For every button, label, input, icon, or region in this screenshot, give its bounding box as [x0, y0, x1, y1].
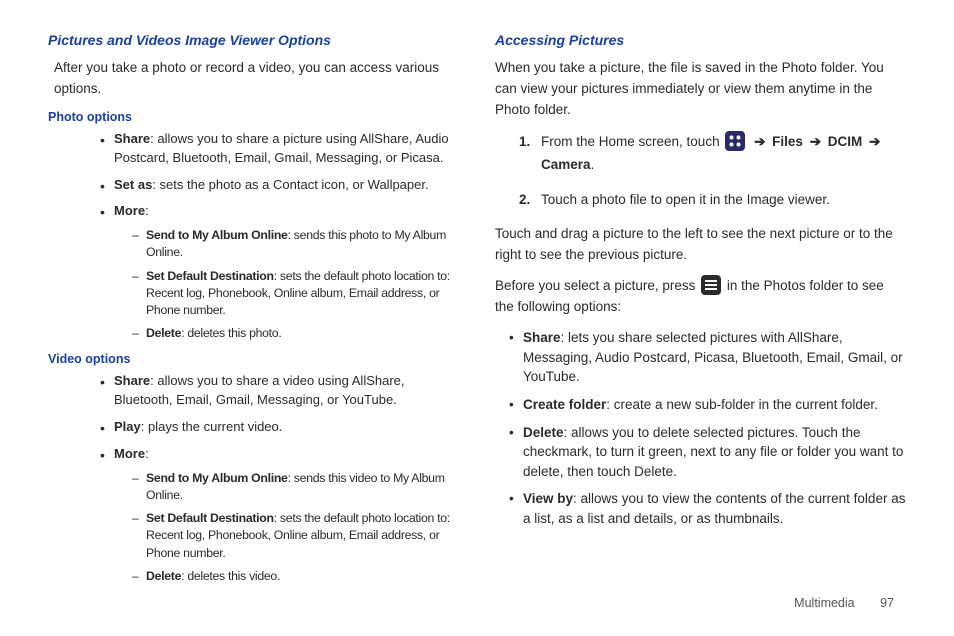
steps-list: 1. From the Home screen, touch ➔ Files ➔… [495, 131, 906, 212]
label-text: : sets the photo as a Contact icon, or W… [152, 177, 428, 192]
step-number: 1. [519, 131, 530, 154]
photo-more-item: More: Send to My Album Online: sends thi… [100, 202, 459, 342]
period: . [591, 157, 595, 172]
label-text: : allows you to share a picture using Al… [114, 131, 449, 165]
video-send-online: Send to My Album Online: sends this vide… [132, 470, 459, 504]
photo-options-heading: Photo options [48, 110, 459, 124]
video-options-heading: Video options [48, 352, 459, 366]
label-bold: Share [114, 373, 150, 388]
label-bold: Delete [523, 425, 564, 440]
step-1: 1. From the Home screen, touch ➔ Files ➔… [519, 131, 906, 177]
arrow-icon: ➔ [754, 134, 765, 149]
photo-options-list: Share: allows you to share a picture usi… [48, 130, 459, 343]
step-2: 2. Touch a photo file to open it in the … [519, 189, 906, 212]
label-bold: Set Default Destination [146, 269, 274, 283]
photo-default-dest: Set Default Destination: sets the defaul… [132, 268, 459, 320]
video-default-dest: Set Default Destination: sets the defaul… [132, 510, 459, 562]
label-bold: More [114, 203, 145, 218]
label-bold: Send to My Album Online [146, 228, 288, 242]
label-bold: Play [114, 419, 141, 434]
path-camera: Camera [541, 157, 591, 172]
drag-instruction: Touch and drag a picture to the left to … [495, 224, 906, 266]
intro-left: After you take a photo or record a video… [54, 58, 459, 100]
right-column: Accessing Pictures When you take a pictu… [495, 32, 906, 593]
label-bold: Create folder [523, 397, 606, 412]
folder-options-list: Share: lets you share selected pictures … [495, 328, 906, 528]
apps-icon [725, 131, 745, 151]
photo-send-online: Send to My Album Online: sends this phot… [132, 227, 459, 261]
text-pre: Before you select a picture, press [495, 278, 699, 293]
label-bold: More [114, 446, 145, 461]
label-text: : allows you to delete selected pictures… [523, 425, 903, 479]
footer-section: Multimedia [794, 596, 854, 610]
video-more-sublist: Send to My Album Online: sends this vide… [114, 470, 459, 585]
opt-create-folder: Create folder: create a new sub-folder i… [509, 395, 906, 415]
label-bold: Share [114, 131, 150, 146]
label-bold: Delete [146, 569, 181, 583]
label-bold: Set as [114, 177, 152, 192]
label-text: : deletes this photo. [181, 326, 281, 340]
opt-delete: Delete: allows you to delete selected pi… [509, 423, 906, 482]
arrow-icon: ➔ [810, 134, 821, 149]
opt-share: Share: lets you share selected pictures … [509, 328, 906, 387]
left-column: Pictures and Videos Image Viewer Options… [48, 32, 459, 593]
video-delete: Delete: deletes this video. [132, 568, 459, 585]
label-text: : allows you to view the contents of the… [523, 491, 905, 526]
label-bold: View by [523, 491, 573, 506]
label-bold: Share [523, 330, 561, 345]
photo-delete: Delete: deletes this photo. [132, 325, 459, 342]
photo-share-item: Share: allows you to share a picture usi… [100, 130, 459, 168]
section-heading-right: Accessing Pictures [495, 32, 906, 48]
menu-icon [701, 275, 721, 295]
label-text: : allows you to share a video using AllS… [114, 373, 405, 407]
page-content: Pictures and Videos Image Viewer Options… [0, 0, 954, 593]
path-dcim: DCIM [828, 134, 863, 149]
photo-setas-item: Set as: sets the photo as a Contact icon… [100, 176, 459, 195]
section-heading-left: Pictures and Videos Image Viewer Options [48, 32, 459, 48]
opt-view-by: View by: allows you to view the contents… [509, 489, 906, 528]
video-play-item: Play: plays the current video. [100, 418, 459, 437]
label-bold: Delete [146, 326, 181, 340]
label-text: : [145, 446, 149, 461]
video-more-item: More: Send to My Album Online: sends thi… [100, 445, 459, 585]
step-number: 2. [519, 189, 530, 212]
label-bold: Set Default Destination [146, 511, 274, 525]
video-options-list: Share: allows you to share a video using… [48, 372, 459, 585]
label-text: : plays the current video. [141, 419, 283, 434]
page-footer: Multimedia 97 [794, 596, 894, 610]
label-bold: Send to My Album Online [146, 471, 288, 485]
label-text: : [145, 203, 149, 218]
arrow-icon: ➔ [869, 134, 880, 149]
label-text: : lets you share selected pictures with … [523, 330, 903, 384]
step-text-pre: From the Home screen, touch [541, 134, 723, 149]
label-text: : deletes this video. [181, 569, 280, 583]
press-menu-instruction: Before you select a picture, press in th… [495, 275, 906, 318]
step-text: Touch a photo file to open it in the Ima… [541, 192, 830, 207]
photo-more-sublist: Send to My Album Online: sends this phot… [114, 227, 459, 342]
path-files: Files [772, 134, 803, 149]
video-share-item: Share: allows you to share a video using… [100, 372, 459, 410]
intro-right: When you take a picture, the file is sav… [495, 58, 906, 121]
label-text: : create a new sub-folder in the current… [606, 397, 878, 412]
page-number: 97 [880, 596, 894, 610]
